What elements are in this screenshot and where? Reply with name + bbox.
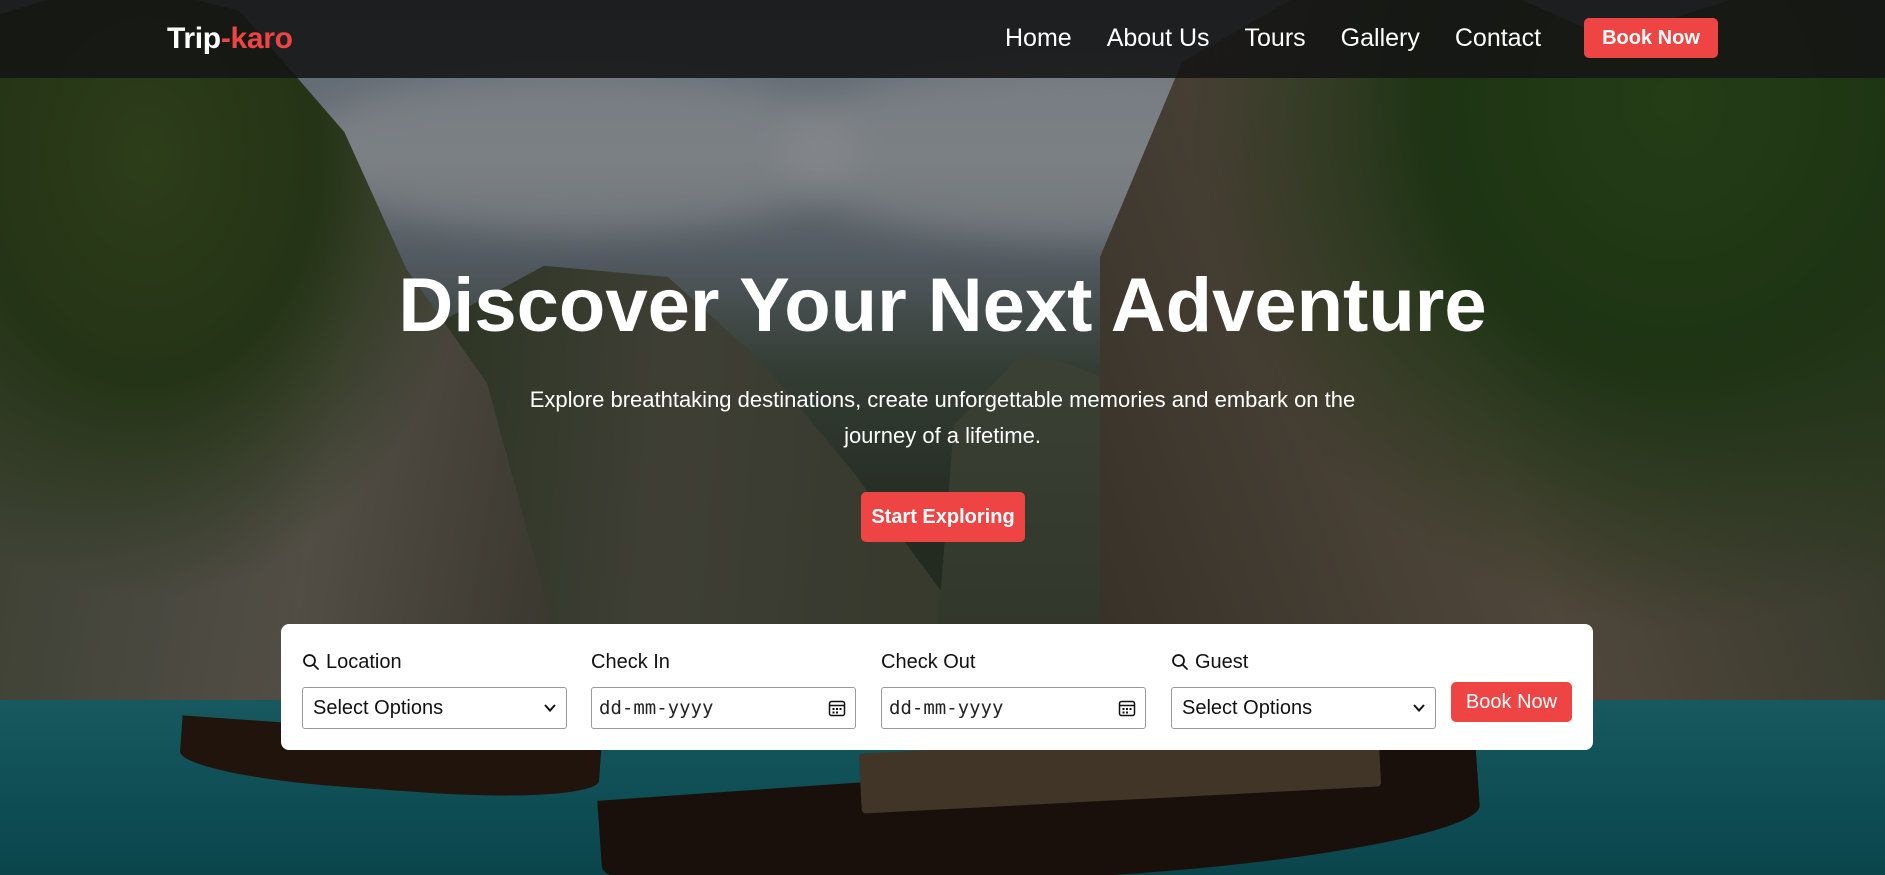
brand-logo[interactable]: Trip-karo <box>167 22 293 56</box>
nav-book-now-button[interactable]: Book Now <box>1584 18 1718 58</box>
guest-label-row: Guest <box>1171 648 1436 676</box>
nav-link-gallery[interactable]: Gallery <box>1341 24 1420 53</box>
check-out-field: Check Out dd-mm-yyyy <box>881 648 1146 729</box>
guest-select[interactable]: Select Options <box>1171 687 1436 729</box>
guest-field: Guest Select Options <box>1171 648 1436 729</box>
guest-select-value: Select Options <box>1182 696 1313 719</box>
calendar-icon[interactable] <box>1118 699 1136 717</box>
chevron-down-icon <box>1412 703 1426 713</box>
guest-label: Guest <box>1195 650 1249 673</box>
location-select-value: Select Options <box>313 696 444 719</box>
check-out-date-input[interactable]: dd-mm-yyyy <box>881 687 1146 729</box>
nav-link-tours[interactable]: Tours <box>1245 24 1306 53</box>
brand-separator: - <box>220 22 231 55</box>
check-out-label: Check Out <box>881 650 976 673</box>
location-select[interactable]: Select Options <box>302 687 567 729</box>
hero-subtitle: Explore breathtaking destinations, creat… <box>529 387 1356 448</box>
check-out-placeholder: dd-mm-yyyy <box>889 697 1004 719</box>
search-icon <box>302 653 320 671</box>
hero-title: Discover Your Next Adventure <box>398 263 1487 348</box>
chevron-down-icon <box>543 703 557 713</box>
check-in-placeholder: dd-mm-yyyy <box>599 697 714 719</box>
location-label: Location <box>326 650 402 673</box>
location-label-row: Location <box>302 648 567 676</box>
search-book-now-button[interactable]: Book Now <box>1451 682 1572 722</box>
brand-name: Trip <box>167 22 221 55</box>
start-exploring-button[interactable]: Start Exploring <box>861 492 1025 542</box>
nav-links: Home About Us Tours Gallery Contact <box>1005 24 1541 53</box>
brand-accent: karo <box>230 22 293 55</box>
check-in-date-input[interactable]: dd-mm-yyyy <box>591 687 856 729</box>
location-field: Location Select Options <box>302 648 567 729</box>
calendar-icon[interactable] <box>828 699 846 717</box>
booking-search-panel: Location Select Options Check In dd-mm-y… <box>281 624 1593 750</box>
check-in-label: Check In <box>591 650 670 673</box>
check-in-field: Check In dd-mm-yyyy <box>591 648 856 729</box>
navbar: Trip-karo Home About Us Tours Gallery Co… <box>0 0 1885 78</box>
search-icon <box>1171 653 1189 671</box>
nav-link-home[interactable]: Home <box>1005 24 1072 53</box>
nav-link-about-us[interactable]: About Us <box>1107 24 1210 53</box>
nav-link-contact[interactable]: Contact <box>1455 24 1541 53</box>
